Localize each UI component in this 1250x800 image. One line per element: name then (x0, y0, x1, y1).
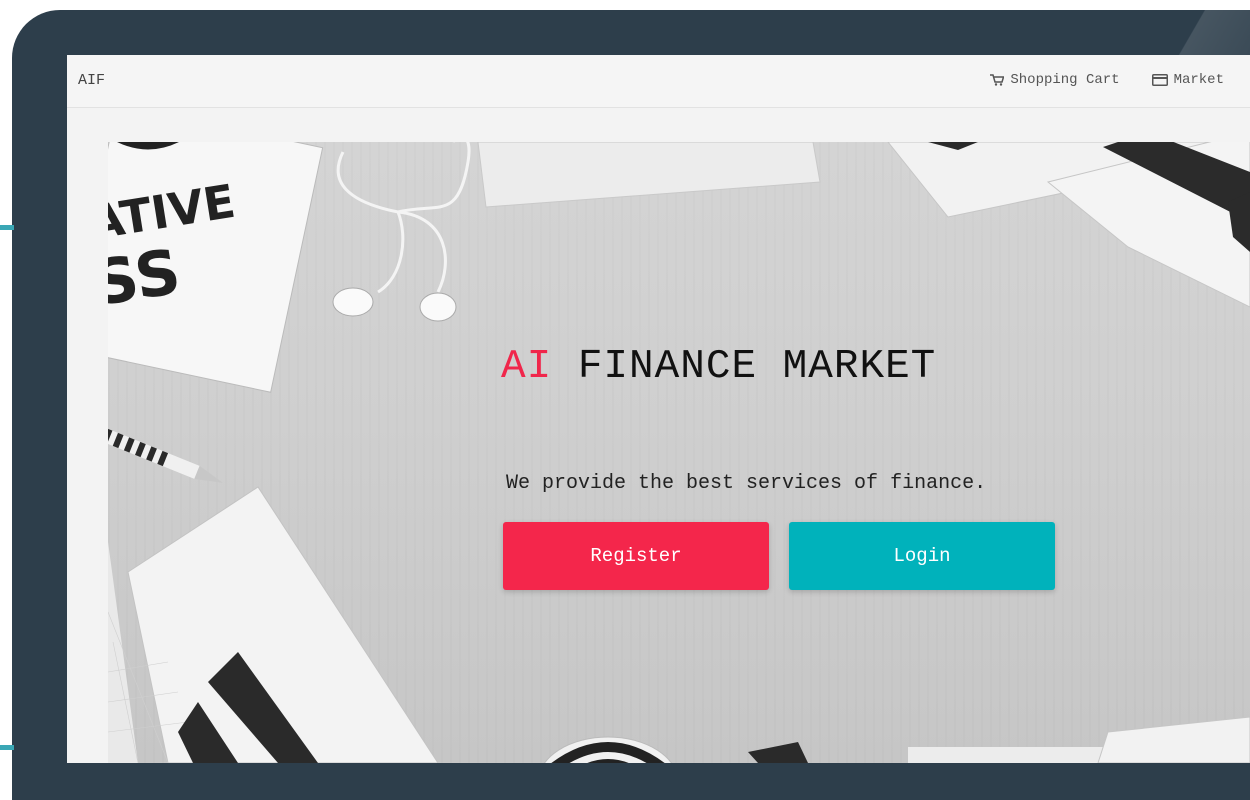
hero-content: AI FINANCE MARKET We provide the best se… (108, 142, 1250, 763)
card-icon (1151, 74, 1168, 86)
cart-icon (990, 74, 1005, 86)
nav-market[interactable]: Market (1151, 72, 1224, 88)
nav-shopping-cart-label: Shopping Cart (1010, 72, 1120, 88)
brand-logo[interactable]: AIF (78, 72, 105, 89)
browser-screen: AIF Shopping Cart Market ATIVE SS AI FIN… (67, 55, 1250, 763)
hero-title: AI FINANCE MARKET (501, 344, 936, 390)
hero-title-accent: AI (501, 344, 553, 390)
register-button[interactable]: Register (503, 522, 769, 590)
hero-tagline: We provide the best services of finance. (506, 472, 987, 495)
navbar: AIF Shopping Cart Market (67, 55, 1250, 108)
hero-section: ATIVE SS AI FINANCE MARKET We provide th… (108, 142, 1250, 763)
nav-links: Shopping Cart Market (990, 72, 1224, 88)
side-accent-line (0, 225, 14, 230)
nav-shopping-cart[interactable]: Shopping Cart (990, 72, 1120, 88)
side-accent-line (0, 745, 14, 750)
nav-market-label: Market (1173, 72, 1224, 88)
login-button[interactable]: Login (789, 522, 1055, 590)
hero-title-rest: FINANCE MARKET (552, 344, 937, 390)
